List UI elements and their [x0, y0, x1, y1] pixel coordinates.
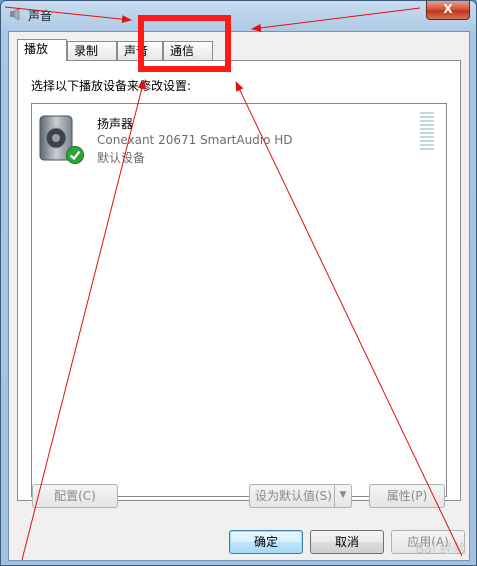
cancel-button[interactable]: 取消 [310, 530, 384, 554]
instruction-text: 选择以下播放设备来修改设置: [31, 79, 192, 93]
device-description: Conexant 20671 SmartAudio HD [97, 133, 293, 147]
dialog-body: 播放 录制 声音 通信 选择以下播放设备来修改设置: 扬声器 Conexant … [8, 31, 470, 561]
set-default-button[interactable]: 设为默认值(S) ▼ [249, 484, 352, 508]
chevron-down-icon[interactable]: ▼ [334, 485, 351, 507]
watermark-text: Bai 经验 [415, 542, 466, 557]
device-list[interactable]: 扬声器 Conexant 20671 SmartAudio HD 默认设备 [31, 103, 447, 497]
tab-communications[interactable]: 通信 [163, 41, 213, 60]
list-item[interactable]: 扬声器 Conexant 20671 SmartAudio HD 默认设备 [32, 104, 446, 174]
volume-level-meter [420, 112, 434, 152]
configure-button[interactable]: 配置(C) [32, 484, 118, 508]
playback-panel: 选择以下播放设备来修改设置: 扬声器 Conexant 20671 SmartA… [17, 60, 461, 501]
check-icon [66, 146, 84, 164]
tab-playback[interactable]: 播放 [17, 39, 67, 61]
title-bar[interactable]: 声音 X [1, 1, 476, 31]
window-title: 声音 [28, 9, 53, 23]
set-default-label: 设为默认值(S) [255, 489, 332, 503]
sound-dialog: 声音 X 播放 录制 声音 通信 选择以下播放设备来修改设置: 扬声器 Cone… [0, 0, 477, 566]
properties-button[interactable]: 属性(P) [369, 484, 445, 508]
device-name: 扬声器 [97, 117, 134, 131]
speaker-icon [10, 7, 20, 21]
tab-sounds[interactable]: 声音 [117, 41, 163, 60]
device-status: 默认设备 [97, 151, 146, 165]
tab-recording[interactable]: 录制 [67, 41, 117, 60]
ok-button[interactable]: 确定 [229, 530, 303, 554]
close-button[interactable]: X [426, 1, 470, 20]
